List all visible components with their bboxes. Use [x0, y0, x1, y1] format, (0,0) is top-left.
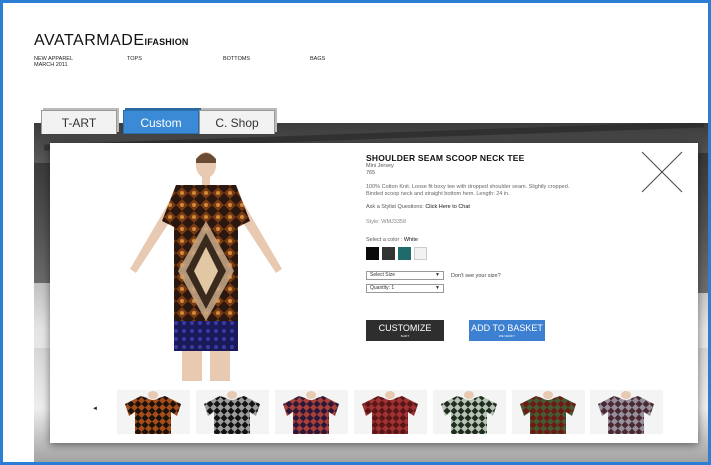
swatch-white[interactable]	[414, 247, 427, 260]
customize-sub-label: SHIFT	[400, 334, 410, 338]
quantity-select[interactable]: Quantity: 1 ▼	[366, 284, 444, 293]
nav-item-bottoms[interactable]: BOTTOMS	[223, 56, 250, 62]
nav-item-new-apparel[interactable]: NEW APPAREL MARCH 2011	[34, 56, 73, 68]
carousel-thumb[interactable]	[117, 390, 190, 434]
size-help-link[interactable]: Don't see your size?	[451, 273, 501, 280]
carousel-thumb[interactable]	[275, 390, 348, 434]
swatch-black[interactable]	[366, 247, 379, 260]
top-navigation: NEW APPAREL MARCH 2011 TOPS BOTTOMS BAGS	[34, 56, 364, 76]
product-info: SHOULDER SEAM SCOOP NECK TEE Mini Jersey…	[366, 153, 616, 260]
size-select-value: Select Size	[370, 272, 396, 278]
color-swatches	[366, 247, 616, 260]
stylist-line: Ask a Stylist Questions: Click Here to C…	[366, 204, 616, 210]
carousel-thumb[interactable]	[590, 390, 663, 434]
nav-item-tops[interactable]: TOPS	[127, 56, 142, 62]
chevron-down-icon: ▼	[435, 285, 440, 291]
size-select[interactable]: Select Size ▼ Don't see your size?	[366, 271, 501, 280]
carousel-thumb[interactable]	[196, 390, 269, 434]
chat-link[interactable]: Click Here to Chat	[425, 204, 470, 210]
basket-sub-label: WE VERIFY	[498, 334, 516, 338]
nav-item-sub: MARCH 2011	[34, 62, 68, 68]
basket-label: ADD TO BASKET	[471, 323, 543, 333]
product-description: 100% Cotton Knit. Loose fit boxy tee wit…	[366, 184, 570, 197]
product-title: SHOULDER SEAM SCOOP NECK TEE	[366, 153, 525, 163]
customize-button[interactable]: CUSTOMIZE SHIFT	[366, 320, 444, 341]
product-panel: SHOULDER SEAM SCOOP NECK TEE Mini Jersey…	[50, 143, 698, 443]
quantity-select-value: Quantity: 1	[370, 285, 395, 291]
brand-main: AVATARMADE	[34, 32, 145, 49]
style-code: Style: WMJ3358	[366, 219, 407, 225]
brand-sub: IFASHION	[144, 37, 189, 47]
carousel-prev-icon[interactable]: ◄	[92, 406, 98, 412]
tab-custom[interactable]: Custom	[123, 110, 199, 134]
chevron-down-icon: ▼	[435, 272, 440, 278]
swatch-charcoal[interactable]	[382, 247, 395, 260]
carousel-thumb[interactable]	[433, 390, 506, 434]
tab-t-art[interactable]: T-ART	[41, 110, 117, 134]
product-price: 765	[366, 169, 376, 176]
carousel-thumb[interactable]	[512, 390, 585, 434]
color-value: White	[403, 237, 418, 243]
app-frame: AVATARMADEIFASHION NEW APPAREL MARCH 201…	[0, 0, 711, 465]
nav-item-bags[interactable]: BAGS	[310, 56, 325, 62]
stylist-prefix: Ask a Stylist Questions:	[366, 204, 424, 210]
model-image	[116, 151, 294, 381]
color-label: Select a color : White	[366, 237, 616, 243]
customize-label: CUSTOMIZE	[378, 323, 432, 333]
close-icon[interactable]	[640, 150, 684, 194]
brand-logo[interactable]: AVATARMADEIFASHION	[34, 32, 189, 50]
add-to-basket-button[interactable]: ADD TO BASKET WE VERIFY	[469, 320, 545, 341]
swatch-teal[interactable]	[398, 247, 411, 260]
product-carousel: ◄	[50, 390, 698, 434]
tab-c-shop[interactable]: C. Shop	[199, 110, 275, 134]
color-prefix: Select a color :	[366, 237, 403, 243]
carousel-thumb[interactable]	[354, 390, 427, 434]
